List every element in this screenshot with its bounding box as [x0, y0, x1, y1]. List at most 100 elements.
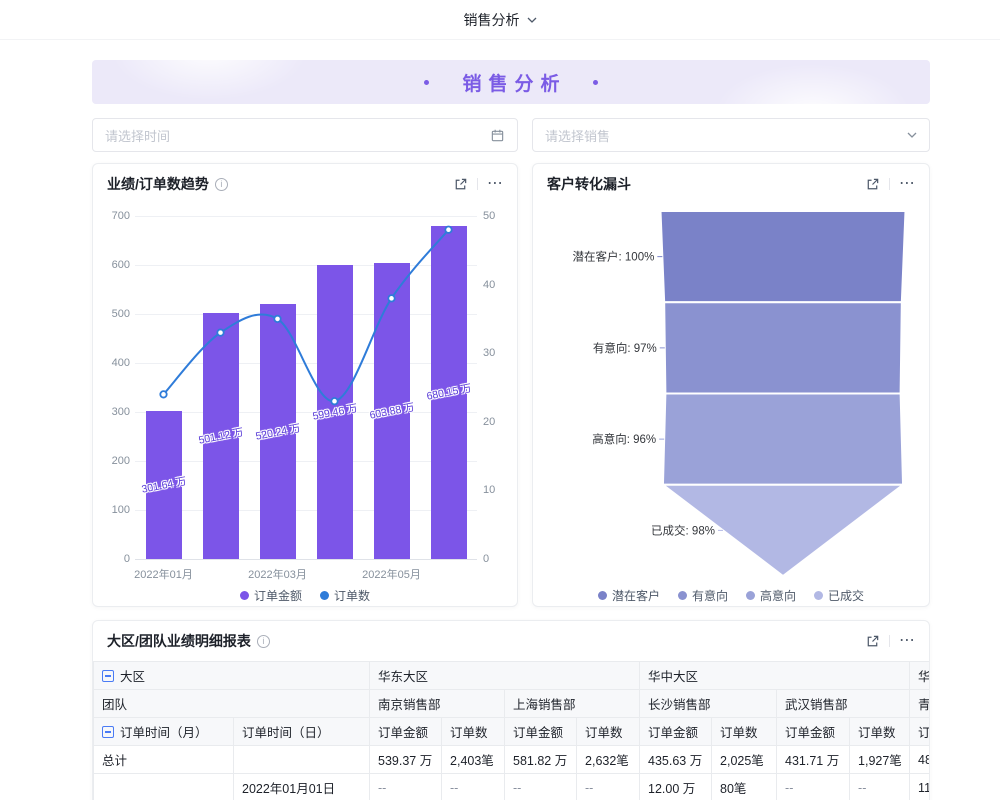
trend-card-title: 业绩/订单数趋势: [107, 174, 209, 194]
table-cell: 435.63 万: [640, 746, 712, 774]
header-label: 订单金额: [513, 722, 563, 741]
funnel-stage-1[interactable]: [661, 211, 906, 302]
time-filter-placeholder: 请选择时间: [105, 126, 170, 145]
trend-legend: 订单金额 订单数: [93, 584, 517, 606]
funnel-svg: 潜在客户: 100%有意向: 97%高意向: 96%已成交: 98%: [549, 204, 915, 584]
legend-label: 有意向: [692, 587, 728, 604]
export-icon[interactable]: [453, 177, 468, 192]
metric-header: 订单金额: [640, 718, 712, 746]
funnel-chart-card: 客户转化漏斗 ⋯ 潜在客户: 100%有意向: 97%高意向: 96%已成交: …: [532, 163, 930, 607]
legend-item[interactable]: 订单数: [320, 587, 370, 604]
legend-item[interactable]: 高意向: [746, 587, 796, 604]
info-icon[interactable]: i: [215, 178, 228, 191]
table-card-header: 大区/团队业绩明细报表 i ⋯: [93, 621, 929, 661]
sales-filter[interactable]: 请选择销售: [532, 118, 930, 152]
dashboard-content: 销售分析 请选择时间 请选择销售 业绩/订单数趋势 i: [92, 60, 930, 800]
line-point[interactable]: [445, 227, 451, 233]
table-row: 总计539.37 万2,403笔581.82 万2,632笔435.63 万2,…: [94, 746, 930, 774]
header-label: 订单时间（月）: [120, 722, 208, 741]
header-label: 华中大区: [648, 666, 698, 685]
cell-content: 订单时间（月）: [102, 722, 225, 741]
collapse-icon[interactable]: [102, 670, 114, 682]
cell-content: 订单金额: [785, 722, 841, 741]
legend-item[interactable]: 有意向: [678, 587, 728, 604]
card-actions: ⋯: [865, 633, 915, 649]
line-point[interactable]: [388, 295, 394, 301]
team-group-header: 长沙销售部: [640, 690, 777, 718]
header-label: 南京销售部: [378, 694, 441, 713]
trend-chart-card: 业绩/订单数趋势 i ⋯ 010020030040050060070001020…: [92, 163, 518, 607]
table-cell: --: [442, 774, 505, 800]
legend-item[interactable]: 潜在客户: [598, 587, 660, 604]
cell-content: 南京销售部: [378, 694, 496, 713]
legend-label: 高意向: [760, 587, 796, 604]
table-cell: --: [577, 774, 640, 800]
team-group-header: 武汉销售部: [777, 690, 910, 718]
more-icon[interactable]: ⋯: [899, 176, 915, 192]
divider: [889, 178, 890, 190]
funnel-stage-label: 高意向: 96%: [592, 432, 656, 446]
legend-item[interactable]: 已成交: [814, 587, 864, 604]
region-row-header: 大区: [94, 662, 370, 690]
legend-item[interactable]: 订单金额: [240, 587, 302, 604]
time-filter[interactable]: 请选择时间: [92, 118, 518, 152]
card-actions: ⋯: [453, 176, 503, 192]
cell-content: 订单数: [585, 722, 631, 741]
export-icon[interactable]: [865, 634, 880, 649]
order-day-header: 订单时间（日）: [234, 718, 370, 746]
cell-content: 上海销售部: [513, 694, 631, 713]
divider: [889, 635, 890, 647]
cell-content: 青岛销售部: [918, 694, 929, 713]
info-icon[interactable]: i: [257, 635, 270, 648]
funnel-card-header: 客户转化漏斗 ⋯: [533, 164, 929, 204]
metric-header: 订单金额: [370, 718, 442, 746]
table-cell: 2,025笔: [712, 746, 777, 774]
cell-content: 华中大区: [648, 666, 901, 685]
legend-dot: [598, 591, 607, 600]
line-point[interactable]: [160, 391, 166, 397]
cell-content: 华北大区: [918, 666, 929, 685]
header-label: 订单金额: [378, 722, 428, 741]
table-cell: --: [505, 774, 577, 800]
funnel-stage-2[interactable]: [664, 302, 902, 393]
line-point[interactable]: [274, 316, 280, 322]
legend-dot: [320, 591, 329, 600]
line-point[interactable]: [217, 329, 223, 335]
cell-content: 订单数: [450, 722, 496, 741]
cell-content: 订单数: [720, 722, 768, 741]
table-cell: 2,632笔: [577, 746, 640, 774]
topbar: 销售分析: [0, 0, 1000, 40]
more-icon[interactable]: ⋯: [899, 633, 915, 649]
filter-bar: 请选择时间 请选择销售: [92, 118, 930, 152]
chevron-down-icon: [527, 17, 537, 23]
legend-label: 已成交: [828, 587, 864, 604]
funnel-chart: 潜在客户: 100%有意向: 97%高意向: 96%已成交: 98%: [533, 204, 929, 584]
banner-title: 销售分析: [455, 69, 566, 96]
team-row-header: 团队: [94, 690, 370, 718]
divider: [477, 178, 478, 190]
export-icon[interactable]: [865, 177, 880, 192]
header-label: 订单数: [858, 722, 896, 741]
metric-header: 订单数: [850, 718, 910, 746]
team-header-row: 团队南京销售部 上海销售部长沙销售部武汉销售部青岛销售部: [94, 690, 930, 718]
header-label: 华北大区: [918, 666, 929, 685]
table-cell: --: [850, 774, 910, 800]
funnel-stage-label: 潜在客户: 100%: [573, 250, 655, 264]
more-icon[interactable]: ⋯: [487, 176, 503, 192]
team-group-header: 青岛销售部: [910, 690, 929, 718]
legend-dot: [746, 591, 755, 600]
collapse-icon[interactable]: [102, 726, 114, 738]
row-month-cell: 总计: [94, 746, 234, 774]
sales-dashboard-page: 销售分析 销售分析 请选择时间 请选择销售 业绩: [0, 0, 1000, 800]
pivot-table-scroll-area[interactable]: 大区华东大区华中大区华北大区团队南京销售部上海销售部长沙销售部武汉销售部青岛销售…: [93, 661, 929, 800]
region-group-header: 华北大区: [910, 662, 929, 690]
region-group-header: 华中大区: [640, 662, 910, 690]
table-cell: 12.00 万: [640, 774, 712, 800]
table-cell: 486.0: [910, 746, 929, 774]
header-label: 大区: [120, 666, 145, 685]
table-row: 2022年01月01日--------12.00 万80笔----11.07: [94, 774, 930, 800]
dashboard-selector[interactable]: 销售分析: [464, 10, 537, 30]
team-group-header: 上海销售部: [505, 690, 640, 718]
funnel-stage-3[interactable]: [663, 394, 903, 485]
legend-label: 潜在客户: [612, 587, 660, 604]
